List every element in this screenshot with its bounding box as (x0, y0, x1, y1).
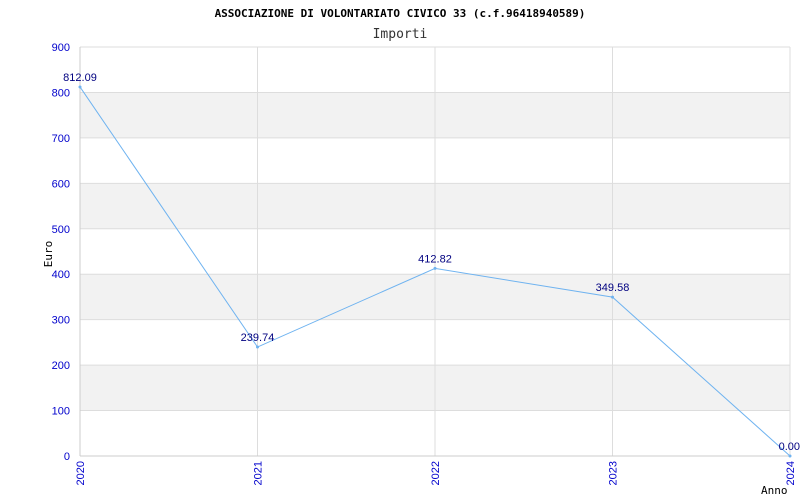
data-point (611, 295, 614, 299)
data-point (78, 85, 82, 89)
x-tick-label: 2021 (253, 461, 265, 485)
y-tick-label: 100 (52, 406, 70, 418)
y-tick-label: 700 (52, 133, 70, 145)
y-tick-label: 300 (52, 315, 70, 327)
y-tick-label: 800 (52, 87, 70, 99)
y-tick-label: 600 (52, 178, 70, 190)
data-label: 812.09 (63, 72, 97, 84)
chart-title: ASSOCIAZIONE DI VOLONTARIATO CIVICO 33 (… (215, 7, 586, 20)
data-point (788, 454, 792, 458)
x-tick-label: 2020 (75, 461, 87, 485)
y-tick-label: 400 (52, 269, 70, 281)
data-point (256, 345, 259, 349)
y-tick-label: 200 (52, 360, 70, 372)
x-tick-label: 2023 (608, 461, 620, 485)
x-tick-label: 2022 (430, 461, 442, 485)
y-tick-label: 900 (52, 42, 70, 54)
data-label: 412.82 (418, 253, 452, 265)
data-point (433, 266, 437, 270)
x-tick-label: 2024 (785, 461, 797, 485)
chart: ASSOCIAZIONE DI VOLONTARIATO CIVICO 33 (… (42, 7, 800, 497)
data-label: 0.00 (779, 441, 800, 453)
chart-subtitle: Importi (373, 27, 428, 42)
y-tick-label: 0 (64, 451, 70, 463)
x-axis-label: Anno (761, 484, 788, 497)
y-axis-label: Euro (42, 241, 55, 268)
y-tick-label: 500 (52, 224, 70, 236)
data-label: 239.74 (241, 332, 275, 344)
data-label: 349.58 (596, 282, 630, 294)
plot-area: 0 100 200 300 400 500 600 700 800 900 2020 2021 2022… (52, 42, 800, 485)
